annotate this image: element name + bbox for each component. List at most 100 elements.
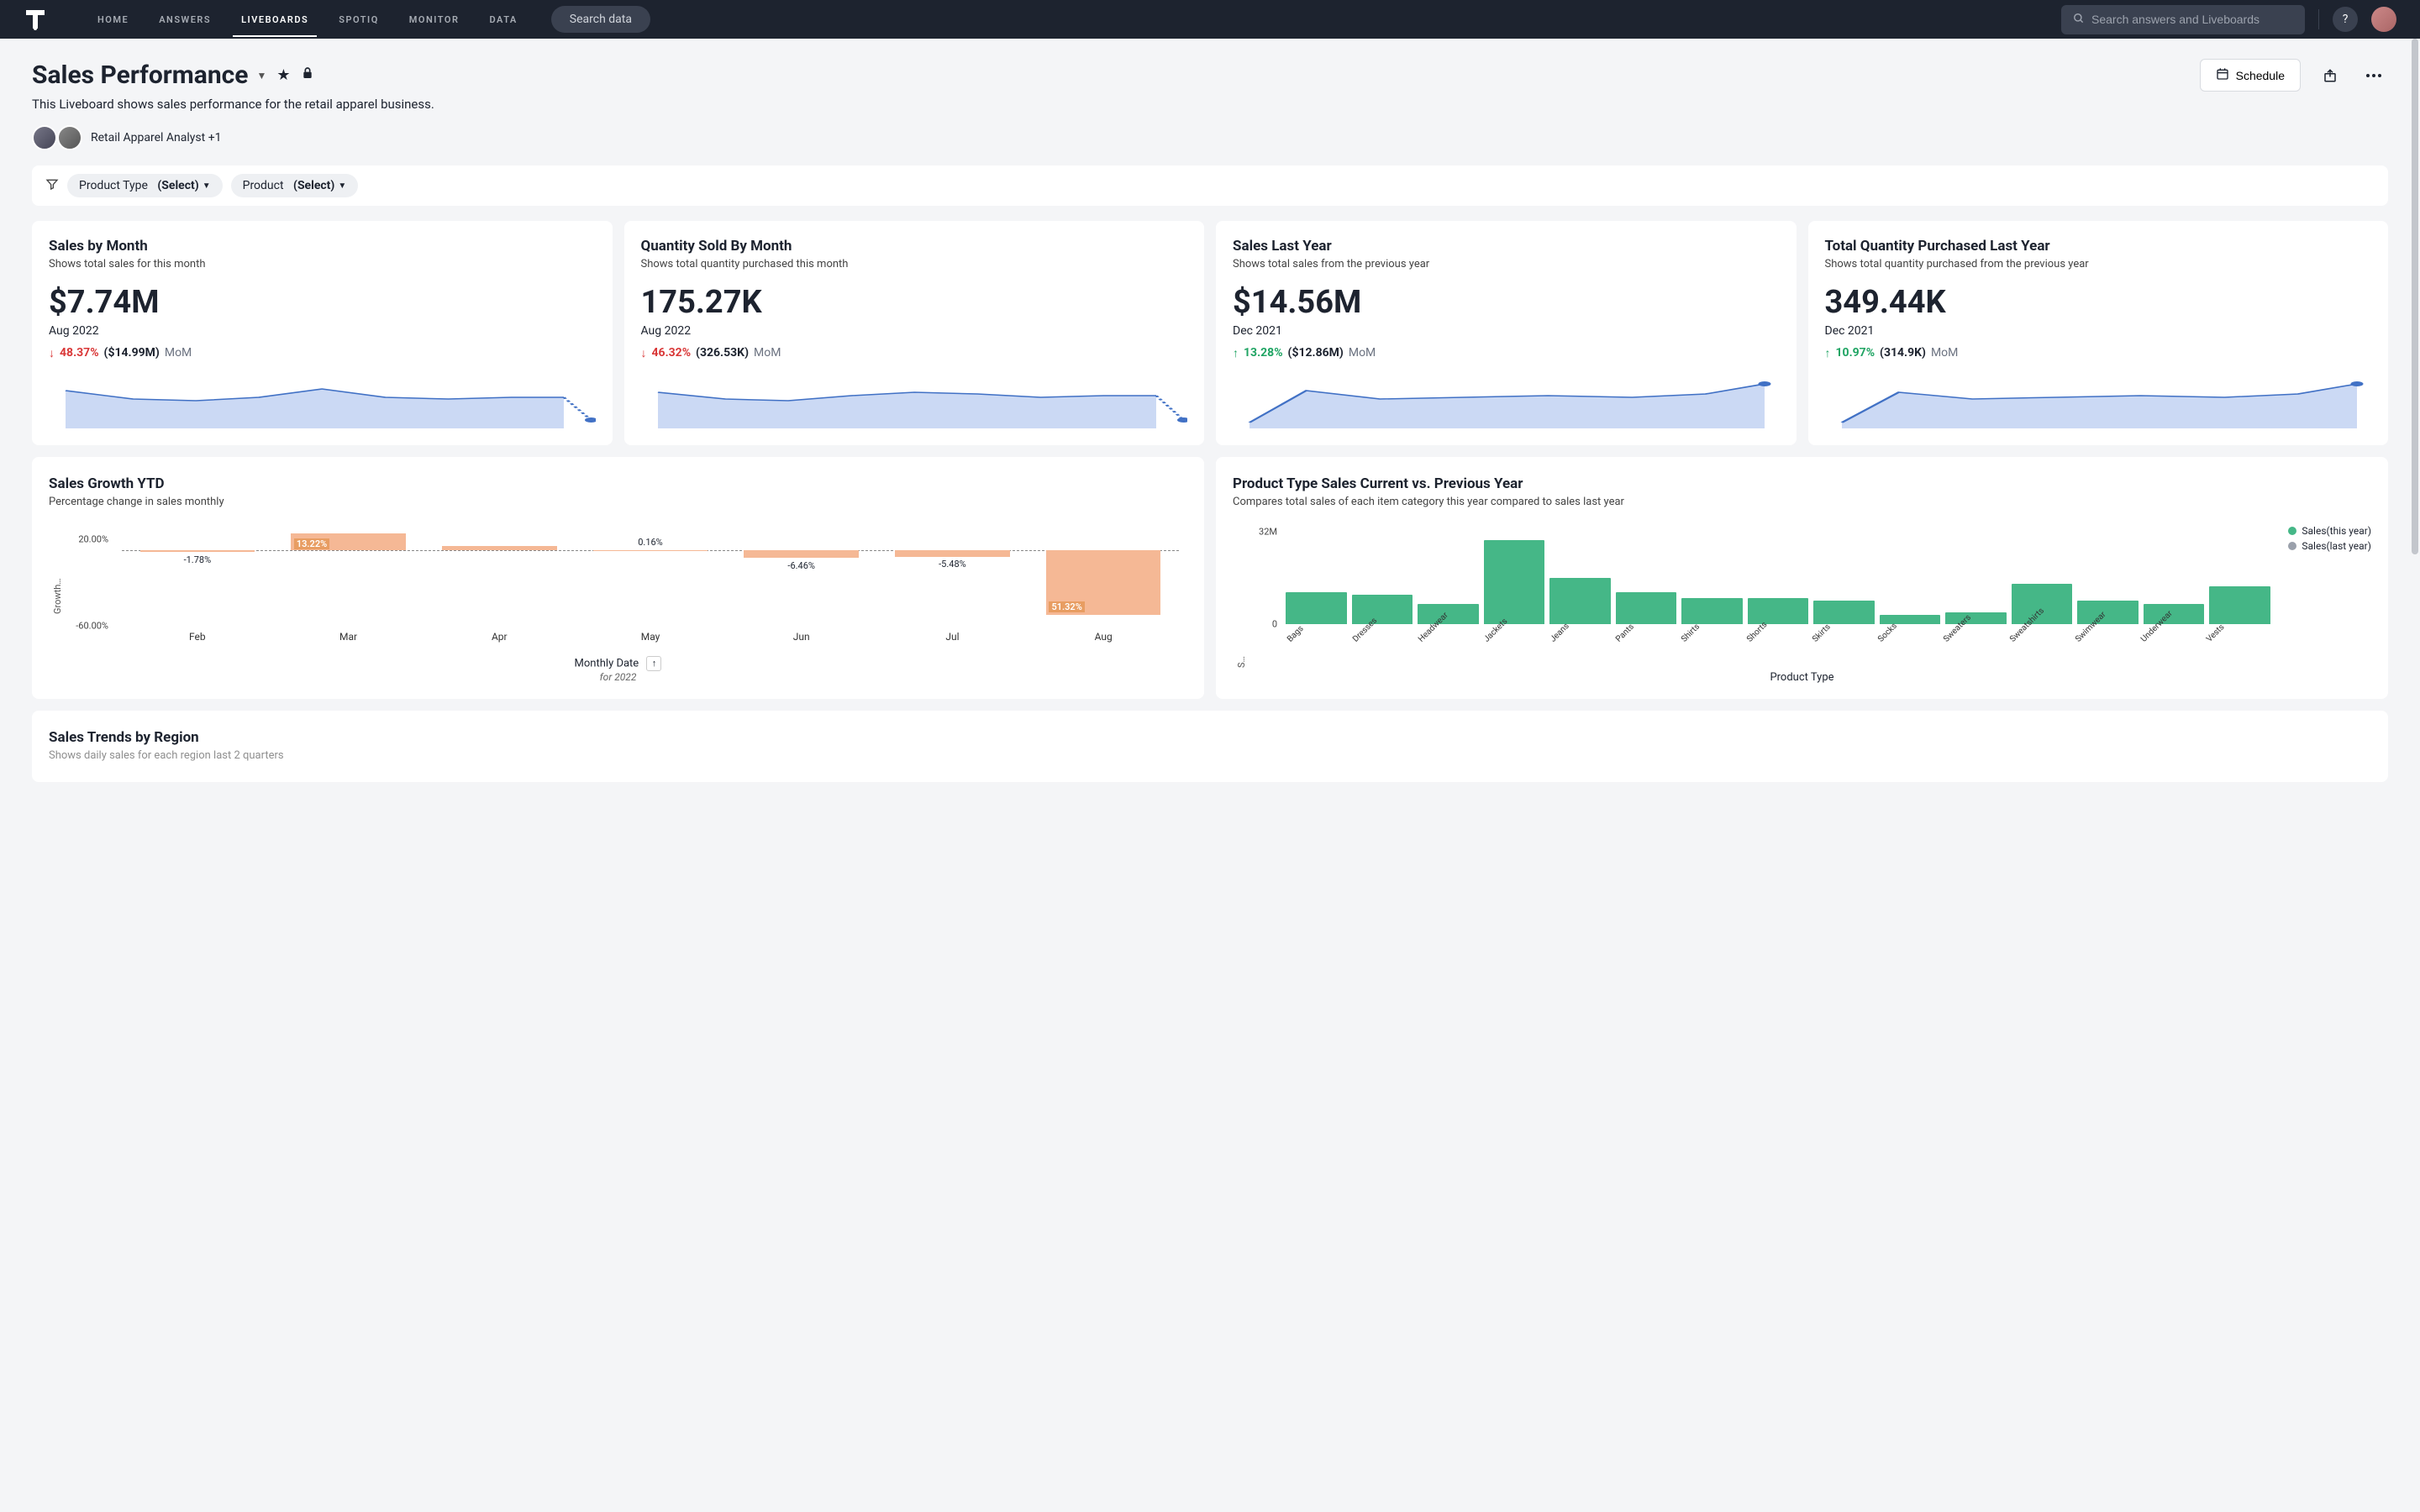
kpi-subtitle: Shows total sales for this month <box>49 258 596 272</box>
x-tick: Apr <box>424 631 575 643</box>
nav-monitor[interactable]: MONITOR <box>409 3 460 37</box>
nav-items: HOME ANSWERS LIVEBOARDS SPOTIQ MONITOR D… <box>97 3 518 37</box>
author-avatar[interactable] <box>32 125 57 150</box>
chart-xlabel: Product Type <box>1233 671 2371 684</box>
authors-text: Retail Apparel Analyst +1 <box>91 131 222 144</box>
kpi-delta-pct: 46.32% <box>652 346 692 360</box>
nav-data[interactable]: DATA <box>489 3 517 37</box>
kpi-card-quantity-last-year[interactable]: Total Quantity Purchased Last Year Shows… <box>1808 221 2389 445</box>
legend-dot-icon <box>2288 527 2296 535</box>
app-logo[interactable] <box>24 8 47 31</box>
more-options-button[interactable] <box>2360 61 2388 90</box>
kpi-delta: ↓ 48.37% ($14.99M) MoM <box>49 346 596 360</box>
nav-liveboards[interactable]: LIVEBOARDS <box>241 3 308 37</box>
product-chart: Sales(this year) Sales(last year) 32M 0 … <box>1247 525 2371 668</box>
arrow-down-icon: ↓ <box>641 346 647 360</box>
nav-spotiq[interactable]: SPOTIQ <box>339 3 379 37</box>
card-sales-trends-region[interactable]: Sales Trends by Region Shows daily sales… <box>32 711 2388 782</box>
kpi-grid: Sales by Month Shows total sales for thi… <box>32 221 2388 445</box>
kpi-period: Aug 2022 <box>49 324 596 338</box>
schedule-label: Schedule <box>2236 69 2285 82</box>
kpi-delta: ↑ 10.97% (314.9K) MoM <box>1825 346 2372 360</box>
title-dropdown-icon[interactable]: ▼ <box>256 70 266 81</box>
nav-answers[interactable]: ANSWERS <box>159 3 211 37</box>
kpi-card-sales-last-year[interactable]: Sales Last Year Shows total sales from t… <box>1216 221 1797 445</box>
growth-bar[interactable] <box>744 550 859 559</box>
y-tick: 0 <box>1272 618 1277 629</box>
nav-home[interactable]: HOME <box>97 3 129 37</box>
chart-ylabel: Growth… <box>49 525 63 651</box>
growth-bar-label: -1.78% <box>122 554 273 565</box>
kpi-card-sales-by-month[interactable]: Sales by Month Shows total sales for thi… <box>32 221 613 445</box>
x-tick: Feb <box>122 631 273 643</box>
filter-bar: Product Type (Select) ▼ Product (Select)… <box>32 165 2388 206</box>
legend-item[interactable]: Sales(this year) <box>2288 525 2371 537</box>
kpi-delta-paren: (326.53K) <box>696 346 749 360</box>
card-product-type-sales[interactable]: Product Type Sales Current vs. Previous … <box>1216 457 2388 699</box>
kpi-sparkline <box>1233 374 1780 428</box>
legend-label: Sales(last year) <box>2302 540 2371 552</box>
favorite-button[interactable]: ★ <box>276 66 290 84</box>
kpi-sparkline <box>1825 374 2372 428</box>
kpi-value: $14.56M <box>1233 284 1780 321</box>
chart-ylabel: S… <box>1233 525 1247 668</box>
scrollbar[interactable] <box>2412 39 2418 1512</box>
kpi-delta-pct: 48.37% <box>60 346 99 360</box>
chart-xlabel: Monthly Date <box>575 657 639 669</box>
search-data-pill[interactable]: Search data <box>551 6 650 33</box>
growth-bar-label: -6.46% <box>726 560 877 571</box>
growth-chart: 20.00% -60.00% -1.78%13.22%0.16%-6.46%-5… <box>63 525 1187 651</box>
growth-bar[interactable] <box>895 550 1010 557</box>
share-button[interactable] <box>2316 61 2344 90</box>
calendar-icon <box>2216 67 2229 83</box>
help-button[interactable]: ? <box>2333 7 2358 32</box>
kpi-value: $7.74M <box>49 284 596 321</box>
filter-chip-product-type[interactable]: Product Type (Select) ▼ <box>67 174 223 197</box>
lock-icon[interactable] <box>301 66 314 85</box>
kpi-value: 349.44K <box>1825 284 2372 321</box>
growth-bar-label: 51.32% <box>1049 601 1084 612</box>
filter-icon[interactable] <box>45 177 59 194</box>
author-avatar[interactable] <box>57 125 82 150</box>
kpi-delta-pct: 10.97% <box>1836 346 1876 360</box>
kpi-period: Aug 2022 <box>641 324 1188 338</box>
growth-bar[interactable] <box>442 546 557 550</box>
kpi-delta-pct: 13.28% <box>1244 346 1283 360</box>
chart-subtitle: Percentage change in sales monthly <box>49 496 1187 510</box>
growth-bar-label: 0.16% <box>575 537 726 548</box>
kpi-delta-mom: MoM <box>165 346 192 360</box>
sort-asc-icon[interactable]: ↑ <box>646 656 661 671</box>
filter-chip-value: (Select) <box>157 179 198 192</box>
page-title: Sales Performance <box>32 60 248 90</box>
chart-subtitle: Shows daily sales for each region last 2… <box>49 749 2371 764</box>
global-search-input[interactable] <box>2091 13 2293 26</box>
chevron-down-icon: ▼ <box>203 181 211 191</box>
global-search[interactable] <box>2061 5 2305 34</box>
kpi-delta: ↑ 13.28% ($12.86M) MoM <box>1233 346 1780 360</box>
chart-title: Sales Trends by Region <box>49 729 2371 746</box>
schedule-button[interactable]: Schedule <box>2200 59 2301 92</box>
kpi-title: Sales Last Year <box>1233 238 1780 255</box>
kpi-period: Dec 2021 <box>1233 324 1780 338</box>
chart-subtitle: Compares total sales of each item catego… <box>1233 496 2371 510</box>
kpi-sparkline <box>641 374 1188 428</box>
scrollbar-thumb[interactable] <box>2412 39 2418 554</box>
card-sales-growth-ytd[interactable]: Sales Growth YTD Percentage change in sa… <box>32 457 1204 699</box>
chevron-down-icon: ▼ <box>338 181 346 191</box>
y-tick: -60.00% <box>76 620 108 631</box>
x-tick: May <box>575 631 726 643</box>
kpi-sparkline <box>49 374 596 428</box>
kpi-value: 175.27K <box>641 284 1188 321</box>
user-avatar[interactable] <box>2371 7 2396 32</box>
filter-chip-product[interactable]: Product (Select) ▼ <box>231 174 359 197</box>
legend-item[interactable]: Sales(last year) <box>2288 540 2371 552</box>
chart-footer: Monthly Date ↑ for 2022 <box>49 656 1187 683</box>
kpi-delta-mom: MoM <box>754 346 781 360</box>
growth-bar[interactable] <box>140 550 255 553</box>
growth-bar-label: 13.22% <box>294 538 329 549</box>
x-tick: Aug <box>1028 631 1179 643</box>
y-tick: 32M <box>1259 526 1277 537</box>
chart-title: Product Type Sales Current vs. Previous … <box>1233 475 2371 492</box>
kpi-card-quantity-sold[interactable]: Quantity Sold By Month Shows total quant… <box>624 221 1205 445</box>
legend-dot-icon <box>2288 542 2296 550</box>
